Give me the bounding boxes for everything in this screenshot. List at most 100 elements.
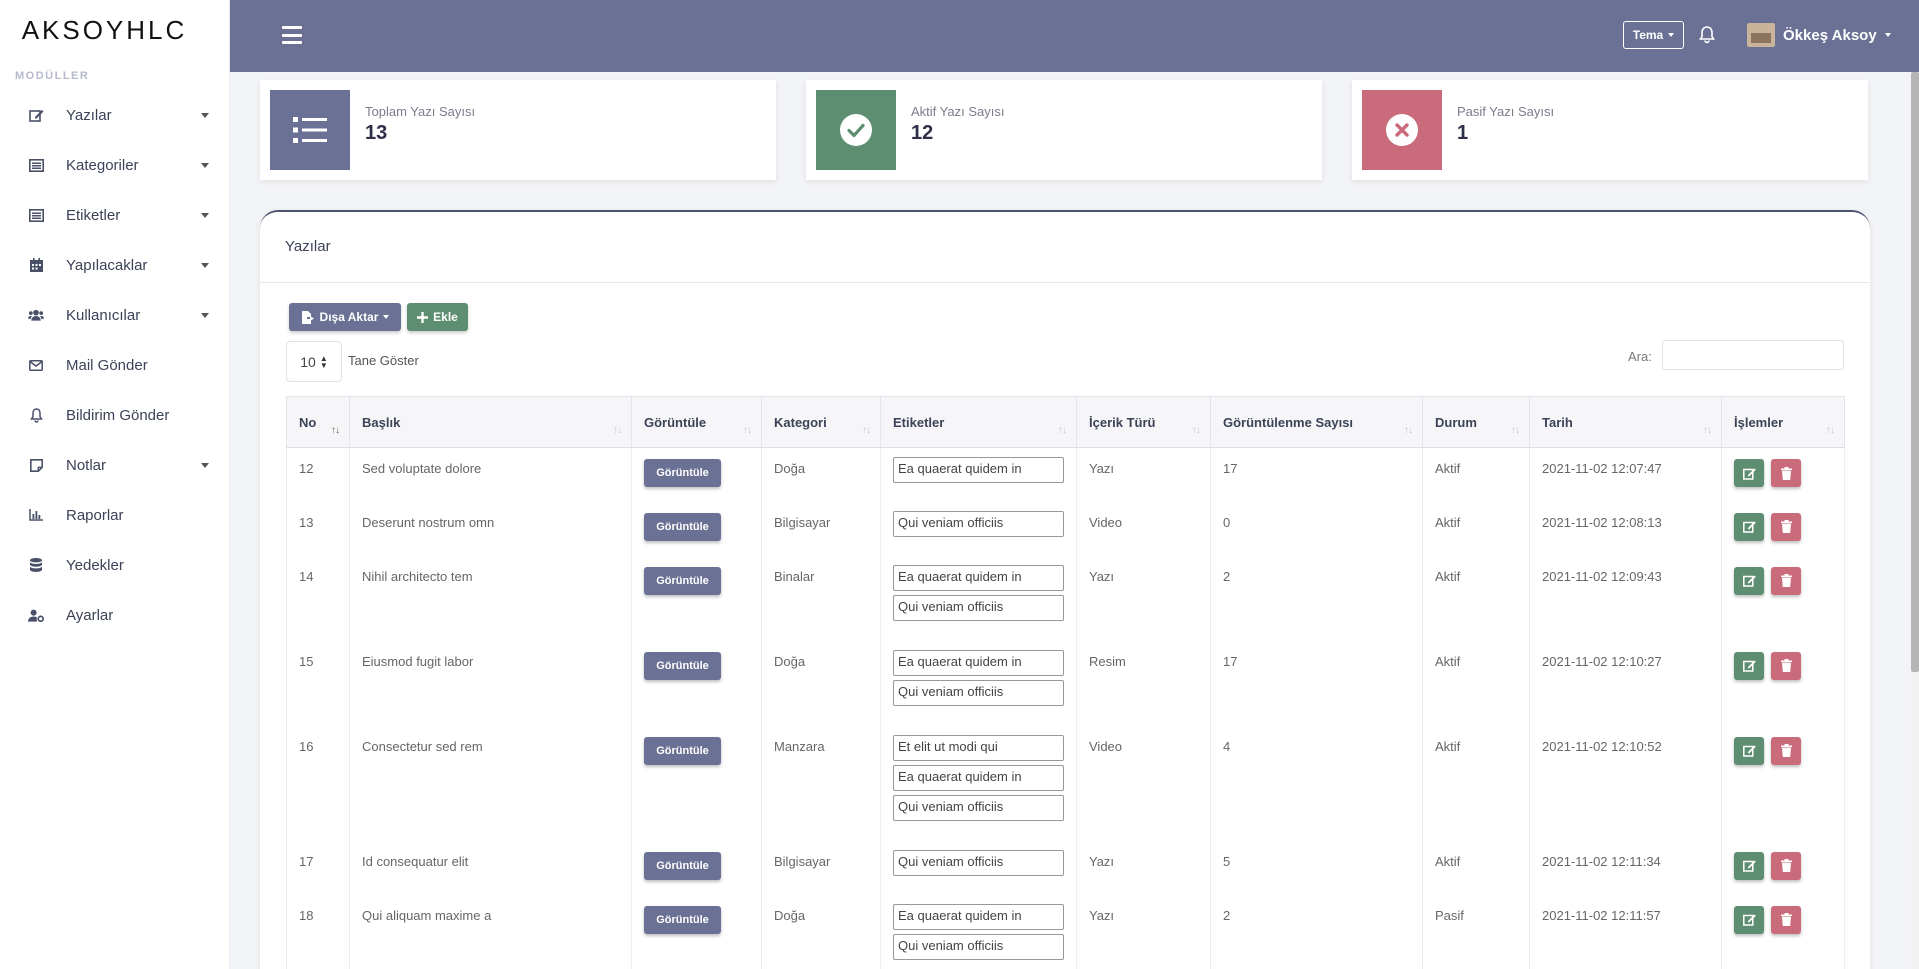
sidebar-item-yapılacaklar[interactable]: Yapılacaklar	[0, 240, 229, 290]
tag-field[interactable]: Qui veniam officiis	[893, 510, 1064, 537]
view-button[interactable]: Görüntüle	[644, 851, 721, 880]
user-menu[interactable]: Ökkeş Aksoy	[1747, 22, 1891, 48]
row-actions	[1734, 736, 1832, 765]
list-alt-icon	[28, 207, 44, 223]
view-button[interactable]: Görüntüle	[644, 459, 721, 487]
sort-icon: ↑↓	[1826, 425, 1835, 436]
column-header[interactable]: Kategori ↑↓	[761, 396, 881, 448]
page-scrollbar[interactable]	[1911, 72, 1919, 969]
cell-view: Görüntüle	[631, 894, 762, 969]
column-header[interactable]: Görüntülenme Sayısı ↑↓	[1210, 396, 1423, 448]
edit-button[interactable]	[1734, 512, 1764, 541]
view-button[interactable]: Görüntüle	[644, 736, 721, 765]
trash-icon	[1780, 574, 1792, 587]
search-input[interactable]	[1662, 340, 1844, 370]
trash-icon	[1780, 744, 1792, 757]
cell-tags: Ea quaerat quidem in Qui veniam officiis	[880, 894, 1077, 969]
table-body: 12 Sed voluptate dolore Görüntüle Doğa Ea qu…	[286, 447, 1845, 969]
column-header-label: İçerik Türü	[1089, 414, 1156, 430]
delete-button[interactable]	[1771, 851, 1801, 880]
page-length-select[interactable]: 10 ▲ ▼	[286, 341, 342, 382]
view-button[interactable]: Görüntüle	[644, 905, 721, 934]
edit-button[interactable]	[1734, 651, 1764, 680]
view-button[interactable]: Görüntüle	[644, 512, 721, 541]
edit-button[interactable]	[1734, 736, 1764, 765]
sidebar-item-label: Ayarlar	[66, 606, 114, 624]
delete-button[interactable]	[1771, 566, 1801, 595]
menu-toggle-icon[interactable]	[282, 26, 302, 44]
tag-field[interactable]: Ea quaerat quidem in	[893, 649, 1064, 676]
cell-category: Bilgisayar	[761, 501, 881, 556]
cell-date: 2021-11-02 12:11:57	[1529, 894, 1722, 969]
trash-icon	[1780, 859, 1792, 872]
sidebar-menu: Yazılar Kategoriler Etiketler Yapılacaklar K…	[0, 90, 229, 640]
cell-type: Yazı	[1076, 894, 1211, 969]
sidebar-item-label: Kullanıcılar	[66, 306, 141, 324]
tag-field[interactable]: Qui veniam officiis	[893, 849, 1064, 876]
delete-button[interactable]	[1771, 905, 1801, 934]
tag-field[interactable]: Ea quaerat quidem in	[893, 457, 1064, 483]
delete-button[interactable]	[1771, 459, 1801, 487]
sidebar-item-etiketler[interactable]: Etiketler	[0, 190, 229, 240]
bell-icon[interactable]	[1697, 25, 1717, 45]
tag-field[interactable]: Et elit ut modi qui	[893, 734, 1064, 761]
scrollbar-thumb[interactable]	[1911, 72, 1919, 672]
delete-button[interactable]	[1771, 651, 1801, 680]
view-button[interactable]: Görüntüle	[644, 651, 721, 680]
cell-view: Görüntüle	[631, 447, 762, 502]
edit-button[interactable]	[1734, 851, 1764, 880]
row-actions	[1734, 459, 1832, 487]
sidebar-item-label: Notlar	[66, 456, 107, 474]
column-header[interactable]: Durum ↑↓	[1422, 396, 1530, 448]
cell-tags: Ea quaerat quidem in Qui veniam officiis	[880, 555, 1077, 641]
column-header[interactable]: No ↑↓	[286, 396, 350, 448]
tag-field[interactable]: Qui veniam officiis	[893, 794, 1064, 821]
column-header[interactable]: İçerik Türü ↑↓	[1076, 396, 1211, 448]
column-header[interactable]: Etiketler ↑↓	[880, 396, 1077, 448]
edit-button[interactable]	[1734, 459, 1764, 487]
cell-no: 12	[286, 447, 350, 502]
sidebar-item-yedekler[interactable]: Yedekler	[0, 540, 229, 590]
sidebar-item-ayarlar[interactable]: Ayarlar	[0, 590, 229, 640]
tag-field[interactable]: Qui veniam officiis	[893, 594, 1064, 621]
delete-button[interactable]	[1771, 736, 1801, 765]
cell-date: 2021-11-02 12:08:13	[1529, 501, 1722, 556]
view-button[interactable]: Görüntüle	[644, 566, 721, 595]
sidebar-item-bildirim-gönder[interactable]: Bildirim Gönder	[0, 390, 229, 440]
tag-field[interactable]: Qui veniam officiis	[893, 933, 1064, 960]
add-button[interactable]: Ekle	[407, 303, 468, 331]
edit-button[interactable]	[1734, 905, 1764, 934]
sidebar-item-notlar[interactable]: Notlar	[0, 440, 229, 490]
add-label: Ekle	[433, 310, 458, 324]
column-header-label: Etiketler	[893, 414, 945, 430]
tag-field[interactable]: Ea quaerat quidem in	[893, 764, 1064, 791]
brand-logo[interactable]: AKSOYHLC	[0, 0, 229, 60]
column-header[interactable]: İşlemler ↑↓	[1721, 396, 1845, 448]
column-header[interactable]: Tarih ↑↓	[1529, 396, 1722, 448]
export-dropdown-button[interactable]: Dışa Aktar	[289, 303, 401, 331]
sidebar-item-kullanıcılar[interactable]: Kullanıcılar	[0, 290, 229, 340]
column-header[interactable]: Başlık ↑↓	[349, 396, 632, 448]
sidebar-item-kategoriler[interactable]: Kategoriler	[0, 140, 229, 190]
sort-icon: ↑↓	[613, 425, 622, 436]
edit-button[interactable]	[1734, 566, 1764, 595]
sidebar-item-raporlar[interactable]: Raporlar	[0, 490, 229, 540]
column-header[interactable]: Görüntüle ↑↓	[631, 396, 762, 448]
cell-category: Doğa	[761, 894, 881, 969]
sidebar-item-yazılar[interactable]: Yazılar	[0, 90, 229, 140]
sidebar-item-label: Etiketler	[66, 206, 121, 224]
cell-no: 14	[286, 555, 350, 641]
cell-category: Bilgisayar	[761, 840, 881, 895]
theme-dropdown-button[interactable]: Tema	[1623, 21, 1684, 49]
sort-icon: ↑↓	[1192, 425, 1201, 436]
cell-views: 2	[1210, 894, 1423, 969]
sidebar-item-label: Bildirim Gönder	[66, 406, 170, 424]
edit-icon	[1742, 521, 1756, 533]
caret-down-icon	[201, 262, 209, 268]
tag-field[interactable]: Ea quaerat quidem in	[893, 903, 1064, 930]
tag-field[interactable]: Ea quaerat quidem in	[893, 564, 1064, 591]
tag-field[interactable]: Qui veniam officiis	[893, 679, 1064, 706]
cell-view: Görüntüle	[631, 555, 762, 641]
delete-button[interactable]	[1771, 512, 1801, 541]
sidebar-item-mail-gönder[interactable]: Mail Gönder	[0, 340, 229, 390]
